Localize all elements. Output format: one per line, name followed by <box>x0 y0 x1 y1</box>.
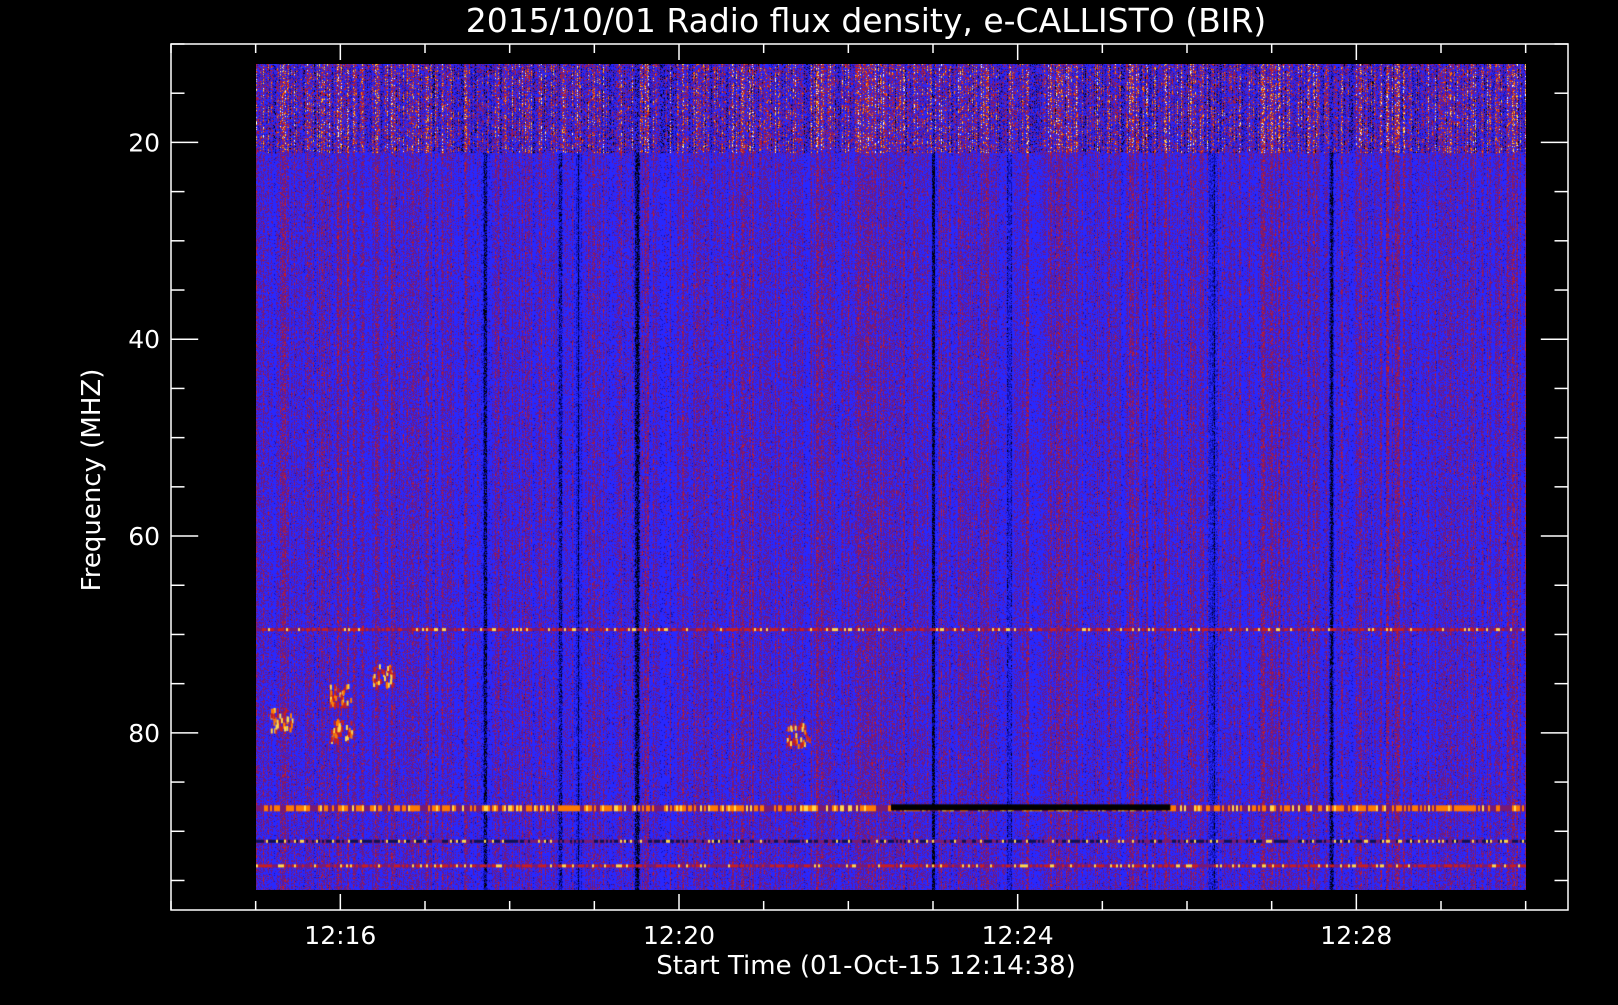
spectrogram-figure: 2015/10/01 Radio flux density, e-CALLIST… <box>0 0 1618 1000</box>
x-tick-label: 12:20 <box>643 921 715 950</box>
y-tick-label: 60 <box>128 522 160 551</box>
spectrogram-heatmap <box>255 63 1526 891</box>
chart-title: 2015/10/01 Radio flux density, e-CALLIST… <box>466 1 1267 40</box>
x-tick-label: 12:24 <box>982 921 1054 950</box>
spectrogram-image <box>255 63 1526 891</box>
x-tick-label: 12:28 <box>1320 921 1392 950</box>
spectrogram-chart: 2015/10/01 Radio flux density, e-CALLIST… <box>0 0 1618 1000</box>
y-tick-label: 40 <box>128 325 160 354</box>
x-tick-label: 12:16 <box>304 921 376 950</box>
x-axis-label: Start Time (01-Oct-15 12:14:38) <box>656 951 1076 981</box>
y-tick-label: 80 <box>128 719 160 748</box>
y-tick-label: 20 <box>128 128 160 157</box>
y-axis-label: Frequency (MHZ) <box>77 369 107 592</box>
